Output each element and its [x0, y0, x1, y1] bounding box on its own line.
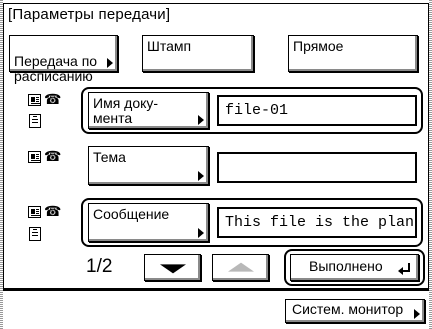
expand-arrow-icon [198, 171, 204, 181]
telephone-icon: ☎ [44, 91, 62, 107]
stamp-label: Штамп [147, 38, 192, 54]
scroll-down-button[interactable] [144, 254, 201, 281]
expand-arrow-icon [107, 58, 113, 68]
message-button[interactable]: Сообщение [88, 203, 209, 242]
fax-icon [28, 206, 41, 218]
expand-arrow-icon [198, 115, 204, 125]
fax-icon [28, 151, 41, 163]
fax-icon [28, 94, 41, 106]
subject-button[interactable]: Тема [88, 146, 209, 185]
down-arrow-icon [159, 263, 186, 273]
telephone-icon: ☎ [44, 148, 62, 164]
stamp-button[interactable]: Штамп [142, 35, 254, 72]
done-label: Выполнено [309, 258, 383, 274]
panel-title: [Параметры передачи] [8, 6, 171, 23]
document-name-field[interactable]: file-01 [217, 95, 417, 126]
subject-label: Тема [93, 149, 126, 165]
up-arrow-icon [227, 262, 254, 272]
schedule-transmission-label: Передача по расписанию [14, 53, 98, 84]
telephone-icon: ☎ [44, 203, 62, 219]
message-field[interactable]: This file is the plan o [217, 207, 417, 238]
document-icon [29, 227, 41, 241]
document-icon [29, 114, 41, 128]
subject-field[interactable] [217, 152, 417, 183]
direct-send-button[interactable]: Прямое [288, 35, 418, 72]
document-name-button[interactable]: Имя доку- мента [88, 92, 209, 129]
divider [3, 289, 429, 291]
expand-arrow-icon [198, 228, 204, 238]
schedule-transmission-button[interactable]: Передача по расписанию [9, 35, 118, 84]
scroll-up-button[interactable] [212, 254, 269, 281]
direct-send-label: Прямое [293, 38, 344, 54]
enter-icon [398, 263, 410, 275]
system-monitor-label: Систем. монитор [292, 301, 404, 317]
message-label: Сообщение [93, 206, 170, 222]
expand-arrow-icon [414, 309, 420, 319]
system-monitor-button[interactable]: Систем. монитор [285, 299, 425, 323]
page-indicator: 1/2 [86, 256, 113, 277]
done-button[interactable]: Выполнено [290, 254, 419, 281]
document-name-label: Имя доку- мента [93, 95, 159, 126]
